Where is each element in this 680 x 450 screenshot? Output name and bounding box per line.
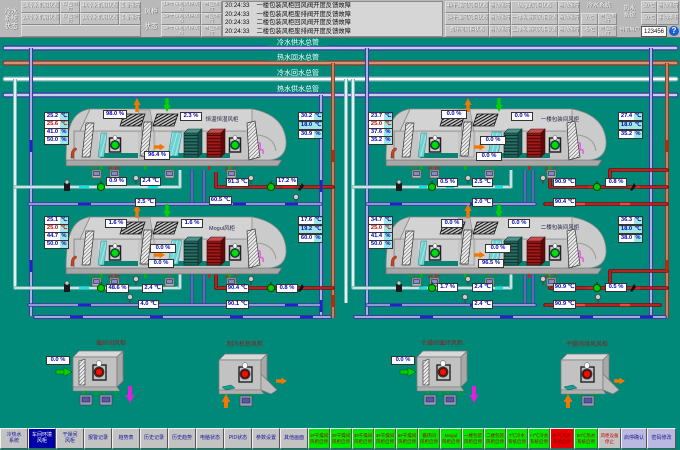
svg-text:干燥间循环风柜: 干燥间循环风柜 (421, 339, 463, 347)
svg-text:冷水回水总管: 冷水回水总管 (277, 68, 319, 77)
svg-text:冷水供水总管: 冷水供水总管 (277, 38, 319, 47)
svg-text:Mogul风柜: Mogul风柜 (209, 224, 235, 232)
svg-text:恒温恒湿风柜: 恒温恒湿风柜 (205, 115, 239, 123)
svg-text:二楼包装间风柜: 二楼包装间风柜 (541, 223, 580, 231)
svg-text:制冷机房风柜: 制冷机房风柜 (227, 340, 263, 348)
svg-text:循环间风柜: 循环间风柜 (96, 339, 126, 347)
svg-text:一楼包装间风柜: 一楼包装间风柜 (541, 115, 580, 123)
svg-text:热水回水总管: 热水回水总管 (277, 53, 319, 62)
svg-text:热水供水总管: 热水供水总管 (277, 84, 319, 93)
svg-text:干燥间排风风柜: 干燥间排风风柜 (566, 340, 608, 348)
